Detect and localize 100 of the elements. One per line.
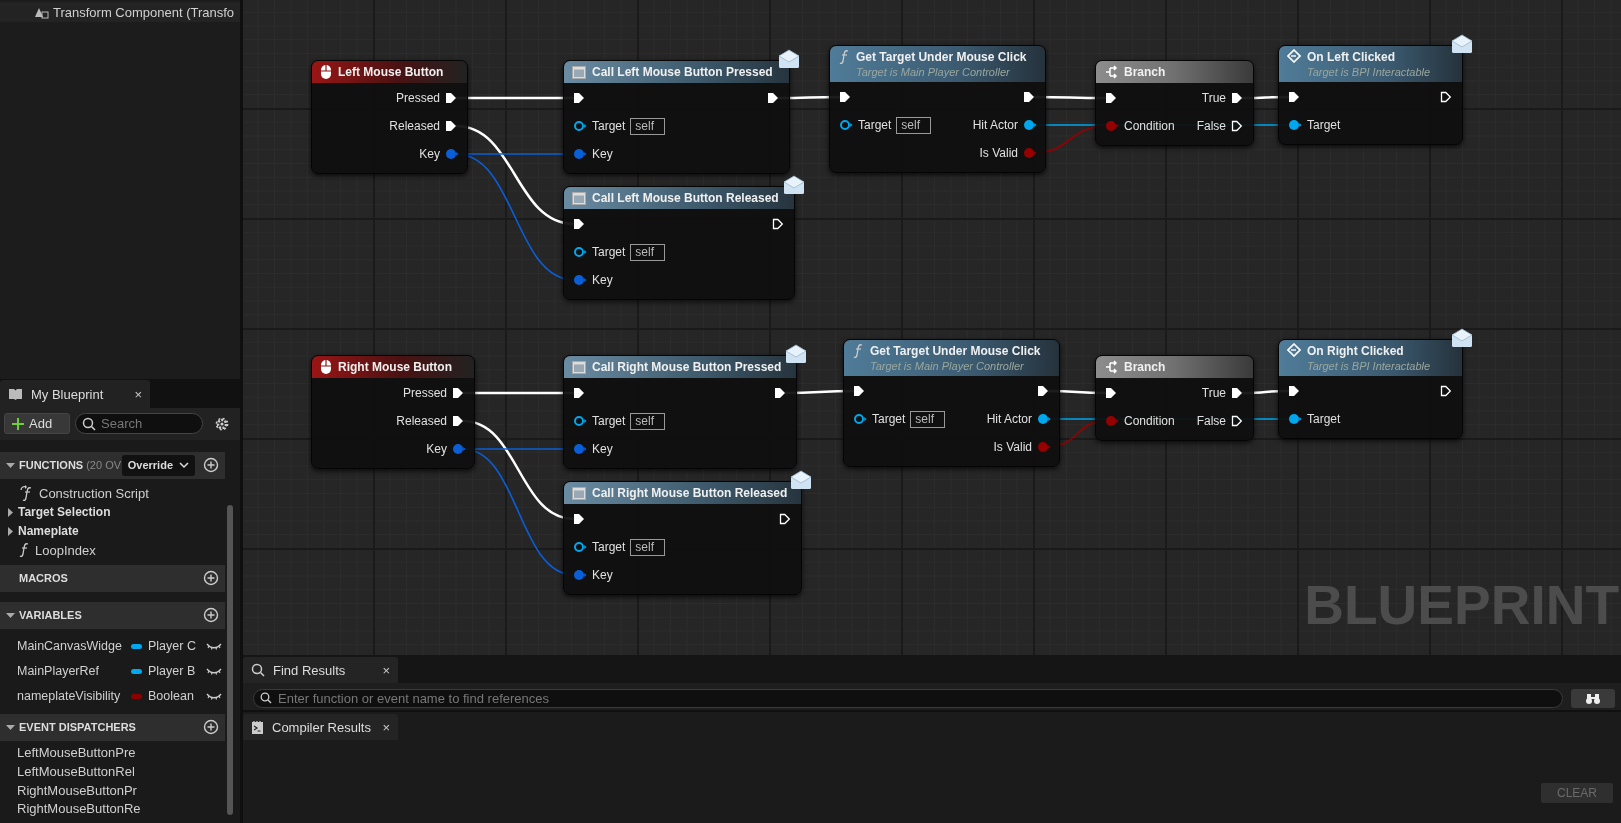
close-button[interactable]: × xyxy=(134,386,142,402)
exec-pin-icon[interactable] xyxy=(767,92,781,104)
section-header[interactable]: MACROS xyxy=(0,564,225,592)
add-icon[interactable] xyxy=(203,607,219,624)
graph-node[interactable]: Branch True Condition False xyxy=(1095,355,1254,441)
search-field[interactable]: Enter function or event name to find references xyxy=(253,688,1563,708)
variable-item[interactable]: MainPlayerRef Player B xyxy=(0,658,227,684)
exec-pin-icon[interactable] xyxy=(1231,415,1245,427)
graph-node[interactable]: Left Mouse Button Pressed Released Key xyxy=(311,60,468,174)
graph-node[interactable]: On Left Clicked Target is BPI Interactable Target xyxy=(1278,45,1463,145)
exec-pin-icon[interactable] xyxy=(1023,91,1037,103)
section-header[interactable]: EVENT DISPATCHERS xyxy=(0,713,225,741)
default-value-field[interactable]: self xyxy=(910,410,946,428)
exec-pin-icon[interactable] xyxy=(1231,92,1245,104)
exec-pin-icon[interactable] xyxy=(1231,120,1245,132)
section-header[interactable]: VARIABLES xyxy=(0,601,225,629)
panel-tab[interactable]: My Blueprint × xyxy=(0,380,150,409)
pin-label: Released xyxy=(396,414,447,428)
add-icon[interactable] xyxy=(203,457,219,474)
exec-pin-icon[interactable] xyxy=(772,218,786,230)
add-icon[interactable] xyxy=(203,570,219,587)
category-item[interactable]: Nameplate xyxy=(0,521,227,541)
eye-closed-icon[interactable] xyxy=(206,666,222,677)
graph-node[interactable]: Branch True Condition False xyxy=(1095,60,1254,146)
data-pin-icon[interactable] xyxy=(573,569,587,581)
data-pin-icon[interactable] xyxy=(445,148,459,160)
exec-pin-icon[interactable] xyxy=(1440,385,1454,397)
node-subtitle: Target is BPI Interactable xyxy=(1307,359,1431,373)
graph-node[interactable]: Call Left Mouse Button Released Target self Key xyxy=(563,186,795,300)
exec-pin-icon[interactable] xyxy=(1105,92,1119,104)
dispatcher-item[interactable]: LeftMouseButtonPre xyxy=(0,743,227,763)
exec-pin-icon[interactable] xyxy=(839,91,853,103)
default-value-field[interactable]: self xyxy=(630,538,666,556)
category-item[interactable]: Target Selection xyxy=(0,502,227,522)
exec-pin-icon[interactable] xyxy=(452,387,466,399)
graph-node[interactable]: Right Mouse Button Pressed Released Key xyxy=(311,355,475,469)
exec-pin-icon[interactable] xyxy=(1288,385,1302,397)
search-field[interactable]: Search xyxy=(75,413,203,435)
exec-pin-icon[interactable] xyxy=(573,387,587,399)
add-icon[interactable] xyxy=(203,719,219,736)
exec-pin-icon[interactable] xyxy=(1440,91,1454,103)
exec-pin-icon[interactable] xyxy=(1288,91,1302,103)
default-value-field[interactable]: self xyxy=(896,116,932,134)
graph-node[interactable]: Get Target Under Mouse Click Target is Main Player Controller Target self Hit Actor Is Valid xyxy=(843,339,1060,467)
section-header[interactable]: FUNCTIONS (20 OV Override xyxy=(0,451,225,479)
close-button[interactable]: × xyxy=(382,719,390,735)
scrollbar-thumb[interactable] xyxy=(227,504,233,815)
function-item[interactable]: Construction Script xyxy=(0,483,227,503)
dispatcher-item[interactable]: RightMouseButtonPr xyxy=(0,780,227,800)
data-pin-icon[interactable] xyxy=(1023,119,1037,131)
data-pin-icon[interactable] xyxy=(573,148,587,160)
graph-node[interactable]: Call Right Mouse Button Released Target self Key xyxy=(563,481,802,595)
default-value-field[interactable]: self xyxy=(630,412,666,430)
exec-pin-icon[interactable] xyxy=(573,92,587,104)
data-pin-icon[interactable] xyxy=(839,119,853,131)
find-button[interactable] xyxy=(1571,688,1615,708)
exec-pin-icon[interactable] xyxy=(853,385,867,397)
data-pin-icon[interactable] xyxy=(1288,413,1302,425)
data-pin-icon[interactable] xyxy=(452,443,466,455)
panel-tab[interactable]: Find Results × xyxy=(243,657,398,683)
panel-tab[interactable]: Compiler Results × xyxy=(243,714,398,740)
data-pin-icon[interactable] xyxy=(1037,413,1051,425)
exec-pin-icon[interactable] xyxy=(445,120,459,132)
eye-closed-icon[interactable] xyxy=(206,691,222,702)
exec-pin-icon[interactable] xyxy=(1231,387,1245,399)
exec-pin-icon[interactable] xyxy=(1105,387,1119,399)
exec-pin-icon[interactable] xyxy=(573,513,587,525)
data-pin-icon[interactable] xyxy=(573,443,587,455)
add-button[interactable]: Add xyxy=(4,413,70,435)
exec-pin-icon[interactable] xyxy=(452,415,466,427)
variable-item[interactable]: nameplateVisibility Boolean xyxy=(0,683,227,709)
data-pin-icon[interactable] xyxy=(573,415,587,427)
data-pin-icon[interactable] xyxy=(573,541,587,553)
tree-item[interactable]: Transform Component (Transfo xyxy=(0,2,240,22)
chevron-icon xyxy=(179,461,189,470)
exec-pin-icon[interactable] xyxy=(774,387,788,399)
data-pin-icon[interactable] xyxy=(573,246,587,258)
settings-icon[interactable] xyxy=(214,415,230,432)
variable-item[interactable]: MainCanvasWidge Player C xyxy=(0,633,227,659)
data-pin-icon[interactable] xyxy=(853,413,867,425)
eye-closed-icon[interactable] xyxy=(206,641,222,652)
exec-pin-icon[interactable] xyxy=(1037,385,1051,397)
dispatcher-item[interactable]: LeftMouseButtonRel xyxy=(0,762,227,781)
default-value-field[interactable]: self xyxy=(630,117,666,135)
default-value-field[interactable]: self xyxy=(630,243,666,261)
graph-node[interactable]: Call Right Mouse Button Pressed Target self Key xyxy=(563,355,797,469)
graph-canvas[interactable] xyxy=(243,0,1621,655)
override-dropdown[interactable]: Override xyxy=(121,454,195,476)
graph-node[interactable]: On Right Clicked Target is BPI Interactable Target xyxy=(1278,339,1463,439)
data-pin-icon[interactable] xyxy=(573,274,587,286)
exec-pin-icon[interactable] xyxy=(445,92,459,104)
data-pin-icon[interactable] xyxy=(1288,119,1302,131)
data-pin-icon[interactable] xyxy=(573,120,587,132)
graph-node[interactable]: Call Left Mouse Button Pressed Target self Key xyxy=(563,60,790,174)
function-item[interactable]: LoopIndex xyxy=(0,540,227,560)
close-button[interactable]: × xyxy=(382,662,390,678)
graph-node[interactable]: Get Target Under Mouse Click Target is Main Player Controller Target self Hit Actor Is Valid xyxy=(829,45,1046,173)
dispatcher-item[interactable]: RightMouseButtonRe xyxy=(0,799,227,818)
exec-pin-icon[interactable] xyxy=(779,513,793,525)
exec-pin-icon[interactable] xyxy=(573,218,587,230)
